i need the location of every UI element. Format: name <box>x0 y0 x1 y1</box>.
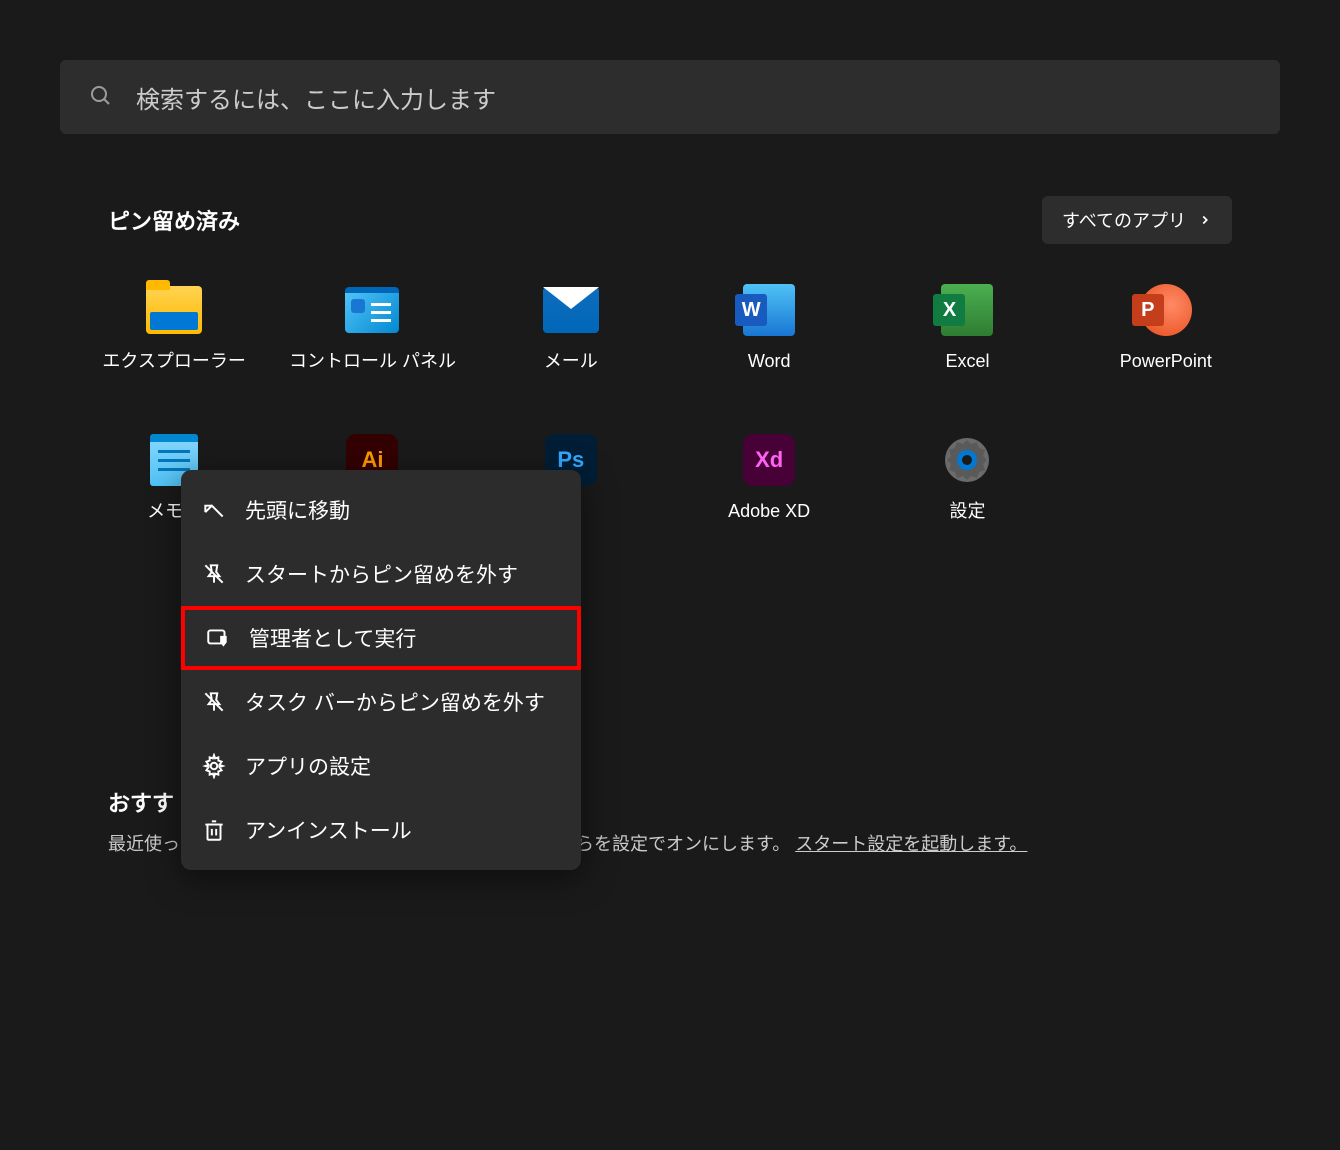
app-explorer[interactable]: エクスプローラー <box>75 270 273 420</box>
app-label: Word <box>748 350 791 373</box>
uninstall-icon <box>201 817 227 843</box>
folder-icon <box>146 282 202 338</box>
app-adobe-xd[interactable]: Xd Adobe XD <box>670 420 868 570</box>
pinned-title: ピン留め済み <box>108 204 240 236</box>
app-excel[interactable]: Excel <box>868 270 1066 420</box>
menu-unpin-start[interactable]: スタートからピン留めを外す <box>181 542 581 606</box>
settings-icon <box>939 432 995 488</box>
app-label: PowerPoint <box>1120 350 1212 373</box>
xd-icon: Xd <box>741 432 797 488</box>
unpin-icon <box>201 561 227 587</box>
context-menu: 先頭に移動 スタートからピン留めを外す 管理者として実行 タスク バーからピン留… <box>181 470 581 870</box>
menu-label: 管理者として実行 <box>249 623 416 653</box>
chevron-right-icon <box>1198 213 1212 227</box>
search-icon <box>88 83 136 112</box>
word-icon <box>741 282 797 338</box>
app-label: メール <box>544 350 598 373</box>
menu-label: タスク バーからピン留めを外す <box>245 687 545 717</box>
search-bar[interactable]: 検索するには、ここに入力します <box>60 60 1280 134</box>
menu-move-to-front[interactable]: 先頭に移動 <box>181 478 581 542</box>
recommended-section: おすす <box>108 786 174 818</box>
all-apps-label: すべてのアプリ <box>1062 207 1186 233</box>
app-settings[interactable]: 設定 <box>868 420 1066 570</box>
pinned-header: ピン留め済み すべてのアプリ <box>108 196 1232 244</box>
search-placeholder: 検索するには、ここに入力します <box>136 80 496 115</box>
app-settings-icon <box>201 753 227 779</box>
menu-unpin-taskbar[interactable]: タスク バーからピン留めを外す <box>181 670 581 734</box>
app-label: Excel <box>945 350 989 373</box>
menu-label: アンインストール <box>245 815 412 845</box>
menu-app-settings[interactable]: アプリの設定 <box>181 734 581 798</box>
control-panel-icon <box>344 282 400 338</box>
app-label: コントロール パネル <box>289 350 456 373</box>
app-label: Adobe XD <box>728 500 810 523</box>
menu-label: アプリの設定 <box>245 751 371 781</box>
run-as-admin-icon <box>205 625 231 651</box>
app-word[interactable]: Word <box>670 270 868 420</box>
menu-label: 先頭に移動 <box>245 495 350 525</box>
menu-uninstall[interactable]: アンインストール <box>181 798 581 862</box>
app-label: 設定 <box>949 500 985 523</box>
app-label: エクスプローラー <box>102 350 245 373</box>
menu-run-as-admin[interactable]: 管理者として実行 <box>181 606 581 670</box>
powerpoint-icon <box>1138 282 1194 338</box>
start-settings-link[interactable]: スタート設定を起動します。 <box>795 834 1027 854</box>
all-apps-button[interactable]: すべてのアプリ <box>1042 196 1232 244</box>
excel-icon <box>939 282 995 338</box>
app-control-panel[interactable]: コントロール パネル <box>273 270 471 420</box>
menu-label: スタートからピン留めを外す <box>245 559 518 589</box>
app-powerpoint[interactable]: PowerPoint <box>1067 270 1265 420</box>
mail-icon <box>543 282 599 338</box>
recommended-title: おすす <box>108 786 174 818</box>
unpin-taskbar-icon <box>201 689 227 715</box>
move-to-front-icon <box>201 497 227 523</box>
app-mail[interactable]: メール <box>472 270 670 420</box>
